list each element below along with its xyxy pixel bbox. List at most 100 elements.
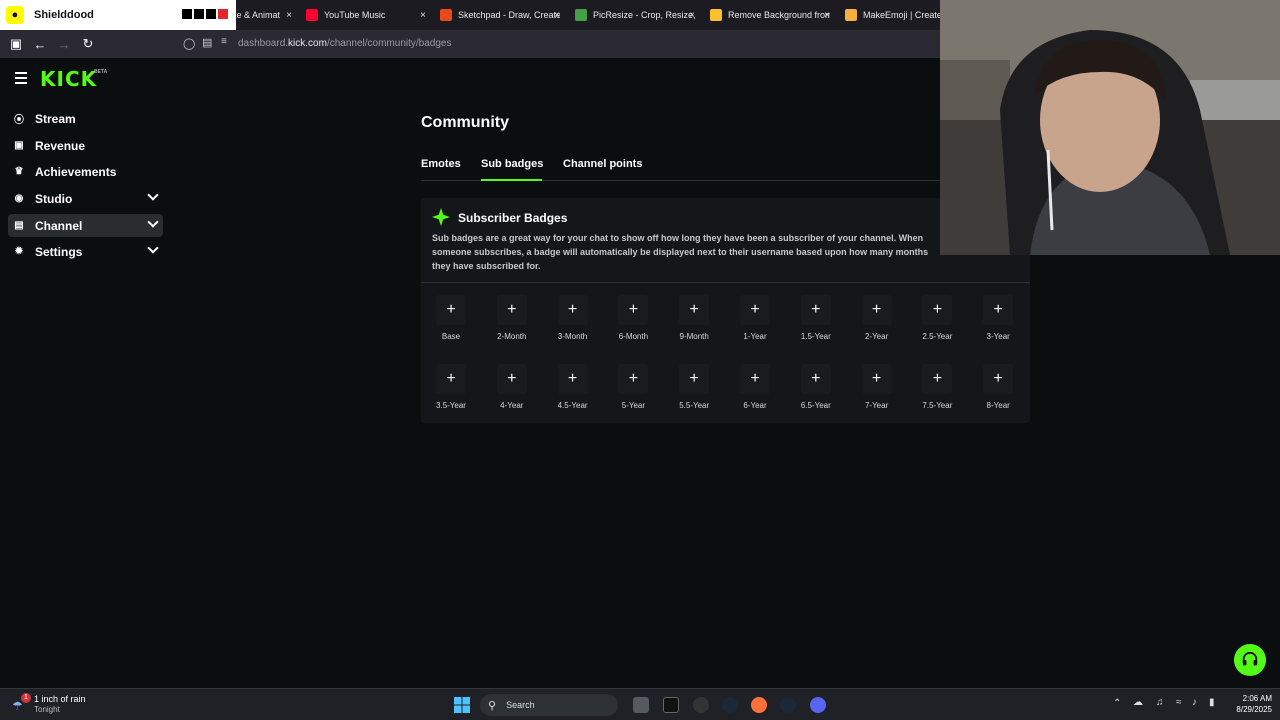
close-tab-icon[interactable]: ×: [689, 10, 695, 21]
reload-icon[interactable]: ↻: [76, 36, 100, 52]
badge-slot: +8-Year: [975, 364, 1021, 410]
tab-label: YouTube Music: [324, 10, 386, 20]
sidebar-item-revenue[interactable]: ▣ Revenue: [8, 134, 163, 157]
add-badge-button[interactable]: +: [618, 364, 649, 394]
lock-icon[interactable]: ▤: [202, 36, 212, 49]
close-tab-icon[interactable]: ×: [554, 10, 560, 21]
browser-nav-bar: ▣ ← → ↻ ◯ ▤ ≡ dashboard.kick.com/channel…: [0, 30, 940, 58]
tab-sub-badges[interactable]: Sub badges: [481, 158, 543, 170]
tab-favicon-icon: [845, 9, 857, 21]
badge-slot: +6-Year: [732, 364, 778, 410]
add-badge-button[interactable]: +: [800, 364, 831, 394]
weather-widget[interactable]: ☂ 1: [12, 693, 31, 713]
task-view-icon[interactable]: [633, 697, 649, 713]
battery-icon[interactable]: ▮: [1209, 697, 1215, 708]
tab-emotes[interactable]: Emotes: [421, 158, 461, 170]
badge-slot: +1-Year: [732, 295, 778, 341]
close-tab-icon[interactable]: ×: [286, 10, 292, 21]
wifi-icon[interactable]: ≈: [1176, 697, 1182, 708]
sidebar-item-channel[interactable]: ▤ Channel: [8, 214, 163, 237]
add-badge-button[interactable]: +: [983, 295, 1014, 325]
add-badge-button[interactable]: +: [436, 295, 466, 325]
chevron-down-icon[interactable]: [147, 216, 159, 228]
add-badge-button[interactable]: +: [740, 295, 770, 325]
tab-favicon-icon: [575, 9, 587, 21]
add-badge-button[interactable]: +: [800, 295, 831, 325]
steam-icon[interactable]: [722, 697, 738, 713]
badge-label: 5-Year: [621, 401, 646, 410]
add-badge-button[interactable]: +: [557, 295, 588, 325]
steam-alt-icon[interactable]: [780, 697, 796, 713]
add-badge-button[interactable]: +: [618, 295, 649, 325]
menu-icon[interactable]: [15, 72, 27, 87]
tray-chevron-icon[interactable]: ⌃: [1113, 698, 1121, 709]
close-tab-icon[interactable]: ×: [420, 10, 426, 21]
sidebar-item-stream[interactable]: ⦿ Stream: [8, 107, 163, 130]
add-badge-button[interactable]: +: [861, 295, 892, 325]
weather-alert-badge: 1: [21, 693, 31, 703]
badge-label: 3-Year: [986, 332, 1010, 341]
sidebar-item-label: Achievements: [35, 164, 117, 179]
badge-slot: +4.5-Year: [550, 364, 596, 410]
tab-channel-points[interactable]: Channel points: [563, 158, 642, 170]
badge-slot: +3.5-Year: [428, 364, 474, 410]
add-badge-button[interactable]: +: [983, 364, 1014, 394]
browser-tab[interactable]: Remove Background from I ×: [710, 0, 830, 30]
badge-slot: +6.5-Year: [793, 364, 839, 410]
tab-favicon-icon: [710, 9, 722, 21]
shield-icon[interactable]: ◯: [183, 37, 195, 50]
add-badge-button[interactable]: +: [436, 364, 466, 394]
chevron-down-icon[interactable]: [147, 242, 159, 254]
kick-logo[interactable]: KICK: [40, 67, 97, 91]
add-badge-button[interactable]: +: [740, 364, 770, 394]
sidebar-item-studio[interactable]: ◉ Studio: [8, 187, 163, 210]
chevron-down-icon[interactable]: [147, 189, 159, 201]
permissions-icon[interactable]: ≡: [221, 36, 227, 47]
cloud-icon[interactable]: ☁: [1133, 697, 1143, 708]
sidebar-item-label: Revenue: [35, 138, 86, 153]
badge-slot: +2-Year: [854, 295, 900, 341]
color-blocks: [182, 9, 228, 19]
beta-label: BETA: [94, 69, 108, 75]
discord-icon[interactable]: [810, 697, 826, 713]
support-button[interactable]: [1234, 644, 1266, 676]
add-badge-button[interactable]: +: [679, 295, 710, 325]
badge-label: 1-Year: [743, 332, 767, 341]
add-badge-button[interactable]: +: [496, 295, 527, 325]
channel-icon: ▤: [14, 220, 24, 231]
epic-games-icon[interactable]: [663, 697, 679, 713]
url-field[interactable]: dashboard.kick.com/channel/community/bad…: [238, 38, 451, 49]
forward-icon[interactable]: →: [52, 37, 76, 52]
back-icon[interactable]: ←: [28, 37, 52, 52]
badge-label: 3.5-Year: [436, 401, 466, 410]
add-badge-button[interactable]: +: [922, 364, 953, 394]
obs-icon[interactable]: [693, 697, 709, 713]
browser-tab[interactable]: YouTube Music ×: [306, 0, 426, 30]
browser-tab[interactable]: ke & Animat ×: [232, 0, 292, 30]
card-divider: [421, 282, 1030, 283]
windows-start-icon[interactable]: [454, 697, 470, 713]
browser-tab[interactable]: Sketchpad - Draw, Create, S×: [440, 0, 560, 30]
volume-icon[interactable]: ♪: [1192, 697, 1197, 708]
add-badge-button[interactable]: +: [922, 295, 953, 325]
close-tab-icon[interactable]: ×: [824, 10, 830, 21]
add-badge-button[interactable]: +: [679, 364, 710, 394]
taskbar-search[interactable]: ⚲ Search: [480, 694, 618, 716]
microphone-icon[interactable]: ♫: [1156, 697, 1164, 708]
sidebar-item-settings[interactable]: ✹ Settings: [8, 240, 163, 263]
sidebar-item-achievements[interactable]: ♛ Achievements: [8, 160, 163, 183]
add-badge-button[interactable]: +: [496, 364, 527, 394]
snap-camera-bar[interactable]: ● Shielddood: [0, 0, 236, 30]
clock[interactable]: 2:06 AM 8/29/2025: [1228, 694, 1272, 714]
sidebar-toggle-icon[interactable]: ▣: [4, 36, 28, 52]
browser-tab[interactable]: PicResize - Crop, Resize, Ed×: [575, 0, 695, 30]
profile-name: Shielddood: [34, 9, 94, 21]
browser-tab[interactable]: MakeEmoji | Create: [845, 0, 940, 30]
active-tab-underline: [481, 179, 542, 181]
badge-label: 2-Year: [864, 332, 889, 341]
add-badge-button[interactable]: +: [557, 364, 588, 394]
clock-time: 2:06 AM: [1242, 694, 1272, 703]
firefox-icon[interactable]: [751, 697, 767, 713]
add-badge-button[interactable]: +: [861, 364, 892, 394]
gear-icon: ✹: [14, 246, 24, 257]
